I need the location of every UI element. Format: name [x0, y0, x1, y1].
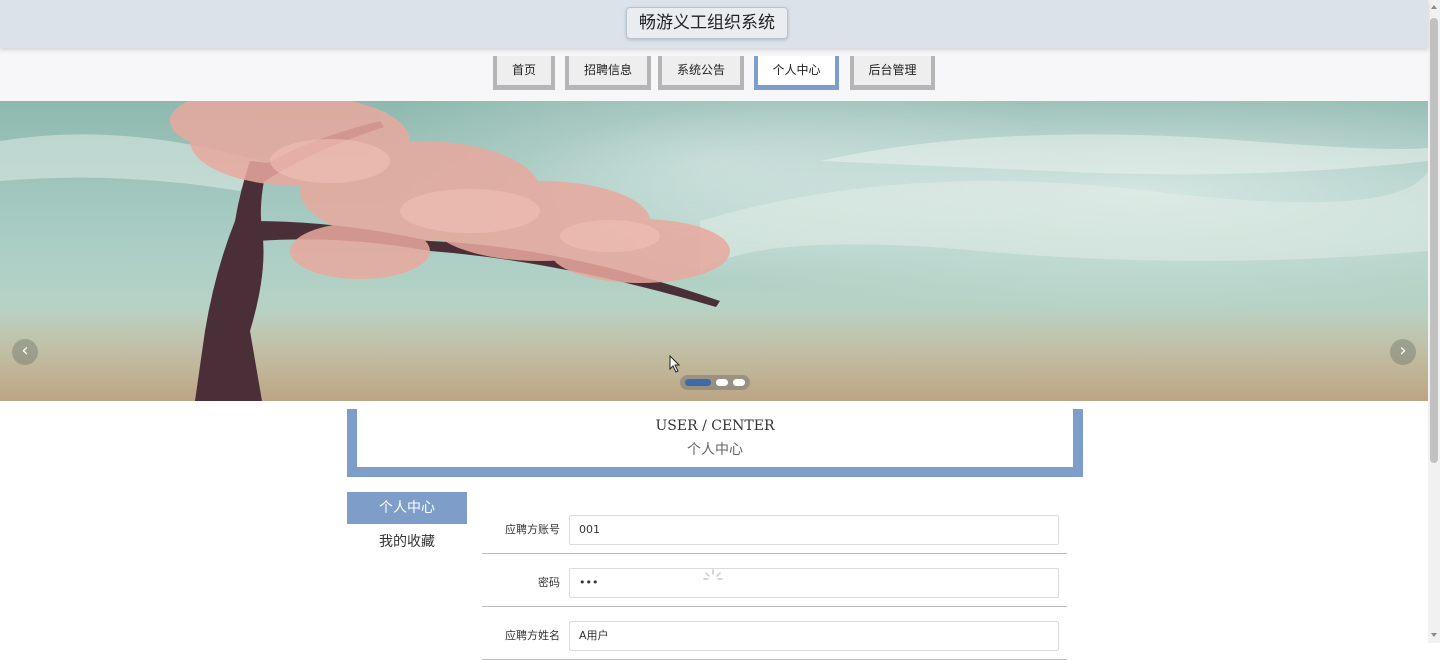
nav-home[interactable]: 首页 — [493, 56, 555, 90]
carousel-next-button[interactable]: › — [1390, 339, 1416, 365]
mouse-cursor-icon — [669, 355, 681, 373]
banner-image — [0, 101, 1428, 401]
form-row-account: 应聘方账号 001 — [482, 515, 1067, 554]
nav-announcements[interactable]: 系统公告 — [658, 56, 744, 90]
page-scrollbar[interactable] — [1428, 0, 1440, 643]
form-row-password: 密码 ••• — [482, 568, 1067, 607]
banner-carousel[interactable]: ‹ › — [0, 101, 1428, 401]
carousel-dot-2[interactable] — [716, 379, 728, 386]
carousel-prev-button[interactable]: ‹ — [12, 339, 38, 365]
name-label: 应聘方姓名 — [505, 629, 560, 642]
section-title-cn: 个人中心 — [687, 442, 743, 458]
account-label: 应聘方账号 — [505, 523, 560, 536]
scroll-up-icon[interactable] — [1431, 5, 1437, 9]
nav-personal-center[interactable]: 个人中心 — [754, 56, 839, 90]
top-header: 畅游义工组织系统 — [0, 0, 1428, 48]
section-title-en: USER / CENTER — [655, 418, 775, 434]
nav-recruitment[interactable]: 招聘信息 — [565, 56, 651, 90]
loading-spinner-icon — [703, 569, 723, 580]
scroll-down-icon[interactable] — [1431, 633, 1437, 637]
carousel-dot-1[interactable] — [685, 379, 711, 386]
account-input[interactable]: 001 — [569, 515, 1059, 545]
side-menu-favorites[interactable]: 我的收藏 — [347, 526, 467, 558]
side-menu-personal-center[interactable]: 个人中心 — [347, 492, 467, 524]
section-header: USER / CENTER 个人中心 — [347, 409, 1083, 477]
carousel-dot-3[interactable] — [733, 379, 745, 386]
name-input[interactable]: A用户 — [569, 621, 1059, 651]
chevron-left-icon: ‹ — [21, 340, 29, 361]
nav-admin[interactable]: 后台管理 — [850, 56, 935, 90]
scrollbar-thumb[interactable] — [1430, 18, 1438, 463]
carousel-indicators — [680, 375, 750, 390]
chevron-right-icon: › — [1399, 340, 1407, 361]
main-nav: 首页 招聘信息 系统公告 个人中心 后台管理 — [0, 48, 1428, 101]
password-label: 密码 — [538, 576, 560, 589]
form-row-name: 应聘方姓名 A用户 — [482, 621, 1067, 660]
password-input[interactable]: ••• — [569, 568, 1059, 598]
site-title: 畅游义工组织系统 — [626, 7, 788, 39]
